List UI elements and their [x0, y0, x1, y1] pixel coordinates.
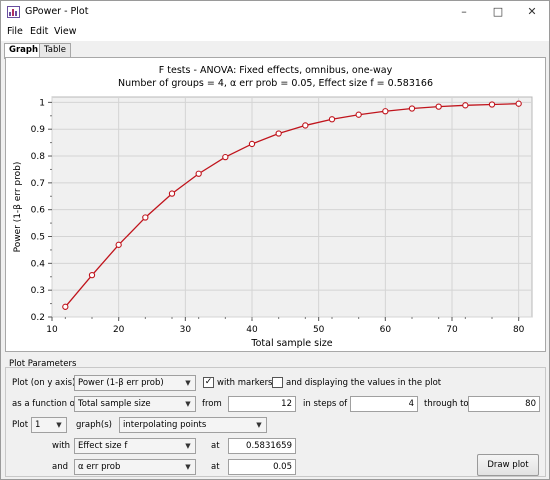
data-point: [382, 108, 389, 115]
with-label: with: [52, 441, 71, 451]
minimize-button[interactable]: –: [447, 1, 481, 23]
x-tick-label: 30: [180, 325, 192, 335]
chevron-down-icon: ▼: [185, 379, 191, 387]
plot-count-label: Plot: [12, 420, 29, 430]
x-axis-select[interactable]: Total sample size ▼: [74, 396, 196, 412]
graph-panel: F tests - ANOVA: Fixed effects, omnibus,…: [5, 57, 546, 352]
data-point: [168, 190, 176, 197]
from-label: from: [202, 399, 222, 409]
display-values-label: and displaying the values in the plot: [286, 378, 442, 388]
x-tick-label: 20: [113, 325, 125, 335]
as-function-label: as a function of: [12, 399, 78, 409]
at-label-1: at: [211, 441, 220, 451]
y-tick-label: 0.9: [31, 125, 46, 135]
in-steps-label: in steps of: [303, 399, 348, 409]
y-tick-label: 0.6: [31, 206, 46, 216]
power-plot: 10 20 30 40 50 60 70 80 0.2 0.3 0.4 0.5 0.6 0.7 0.8 0.9…: [13, 96, 533, 349]
menu-file[interactable]: File: [7, 26, 23, 37]
and-label: and: [52, 462, 68, 472]
y-tick-label: 0.8: [31, 152, 46, 162]
and-param-select[interactable]: α err prob ▼: [74, 459, 196, 475]
data-point: [302, 122, 309, 129]
y-tick-label: 0.4: [31, 259, 46, 269]
y-axis-select-value: Power (1-β err prob): [78, 378, 164, 388]
tab-table[interactable]: Table: [39, 43, 71, 58]
data-point: [515, 100, 522, 107]
display-values-checkbox[interactable]: [272, 377, 283, 388]
close-button[interactable]: ✕: [515, 1, 549, 23]
menu-view[interactable]: View: [54, 26, 77, 37]
graph-count-value: 1: [35, 420, 41, 430]
plot-parameters-panel: Plot (on y axis) Power (1-β err prob) ▼ …: [5, 367, 546, 477]
y-axis-select[interactable]: Power (1-β err prob) ▼: [74, 375, 196, 391]
with-markers-label: with markers: [217, 378, 273, 388]
data-point: [488, 101, 496, 108]
effect-size-field[interactable]: 0.5831659: [228, 438, 296, 454]
at-label-2: at: [211, 462, 220, 472]
chevron-down-icon: ▼: [185, 400, 191, 408]
through-field[interactable]: 80: [468, 396, 540, 412]
data-point: [275, 130, 282, 137]
graph-mode-select[interactable]: interpolating points ▼: [119, 417, 267, 433]
chevron-down-icon: ▼: [56, 421, 62, 429]
maximize-button[interactable]: □: [481, 1, 515, 23]
title-bar: GPower - Plot – □ ✕: [1, 1, 549, 23]
y-tick-label: 1: [39, 98, 45, 108]
x-tick-label: 70: [446, 325, 458, 335]
menu-edit[interactable]: Edit: [30, 26, 48, 37]
x-tick-label: 80: [513, 325, 525, 335]
data-point: [142, 214, 149, 221]
with-markers-checkbox[interactable]: ✓: [203, 377, 214, 388]
graph-count-select[interactable]: 1 ▼: [31, 417, 67, 433]
y-tick-label: 0.7: [31, 179, 45, 189]
y-axis-label: Power (1-β err prob): [13, 162, 23, 253]
x-tick-label: 10: [46, 325, 58, 335]
menu-bar: File Edit View: [1, 23, 549, 41]
x-tick-label: 50: [313, 325, 325, 335]
plot-on-y-label: Plot (on y axis): [12, 378, 76, 388]
x-tick-label: 60: [380, 325, 392, 335]
y-tick-label: 0.3: [31, 286, 45, 296]
data-point: [88, 271, 96, 279]
draw-plot-button[interactable]: Draw plot: [477, 454, 539, 476]
alpha-field[interactable]: 0.05: [228, 459, 296, 475]
graphs-label: graph(s): [76, 420, 112, 430]
y-tick-label: 0.5: [31, 233, 45, 243]
gpower-plot-window: GPower - Plot – □ ✕ File Edit View Graph…: [0, 0, 550, 480]
data-point: [195, 170, 202, 177]
through-label: through to: [424, 399, 469, 409]
and-param-value: α err prob: [78, 462, 121, 472]
data-point: [62, 303, 69, 310]
data-point: [115, 241, 122, 248]
data-point: [355, 111, 362, 118]
x-axis-select-value: Total sample size: [78, 399, 151, 409]
tab-strip: Graph Table: [1, 41, 549, 59]
from-field[interactable]: 12: [228, 396, 296, 412]
data-point: [435, 103, 442, 110]
data-point: [248, 140, 256, 148]
chevron-down-icon: ▼: [256, 421, 262, 429]
steps-field[interactable]: 4: [350, 396, 418, 412]
with-param-value: Effect size f: [78, 441, 128, 451]
window-title: GPower - Plot: [25, 6, 89, 17]
data-point: [222, 153, 229, 161]
y-tick-label: 0.2: [31, 313, 45, 323]
gpower-app-icon: [7, 6, 20, 18]
data-point: [462, 102, 469, 109]
with-param-select[interactable]: Effect size f ▼: [74, 438, 196, 454]
data-point: [328, 116, 336, 123]
chevron-down-icon: ▼: [185, 442, 191, 450]
data-point: [408, 105, 416, 112]
graph-mode-value: interpolating points: [123, 420, 207, 430]
chevron-down-icon: ▼: [185, 463, 191, 471]
x-tick-label: 40: [246, 325, 258, 335]
x-axis-label: Total sample size: [250, 338, 332, 349]
